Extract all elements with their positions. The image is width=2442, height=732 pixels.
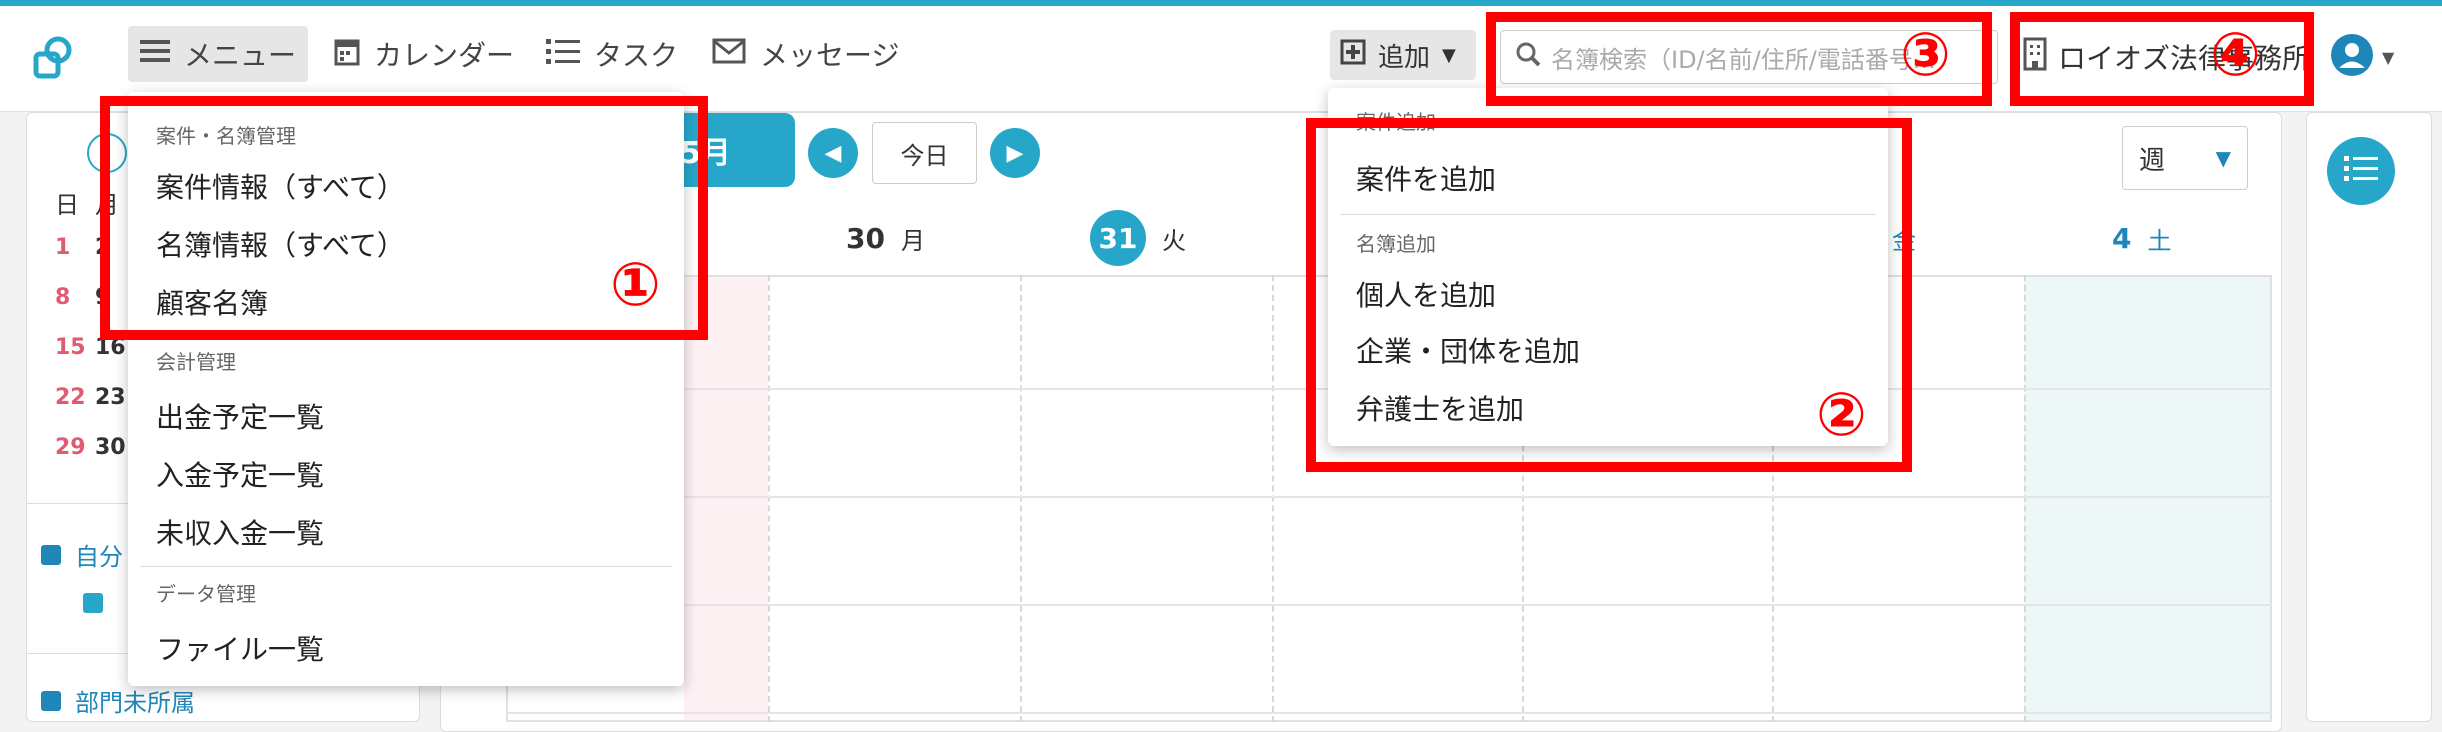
menu-item-receivables[interactable]: 未収入金一覧 xyxy=(156,512,324,552)
annotation-number-1: ① xyxy=(610,250,661,320)
filter-dept[interactable]: 部門未所属 xyxy=(41,683,195,718)
color-swatch-icon xyxy=(83,593,103,613)
mini-cal-day[interactable]: 29 xyxy=(55,435,95,460)
checkbox-icon xyxy=(41,544,61,565)
mini-cal-week: 22 23 xyxy=(55,385,135,410)
grid-line xyxy=(1272,275,1274,722)
add-button[interactable]: 追加 ▼ xyxy=(1330,30,1476,80)
nav-task[interactable]: タスク xyxy=(546,26,678,82)
filter-self[interactable]: 自分 xyxy=(41,537,123,572)
day-of-week: 土 xyxy=(2147,226,2172,255)
checkbox-icon xyxy=(41,690,61,711)
chevron-down-icon: ▼ xyxy=(1442,44,1456,66)
today-button[interactable]: 今日 xyxy=(872,122,977,184)
nav-task-label: タスク xyxy=(594,39,679,72)
grid-line xyxy=(768,275,770,722)
day-number: 4 xyxy=(2112,221,2132,255)
filter-dept-label: 部門未所属 xyxy=(75,689,195,717)
annotation-number-2: ② xyxy=(1816,380,1867,450)
day-of-week: 火 xyxy=(1162,226,1186,255)
user-avatar-icon xyxy=(2330,33,2374,81)
mini-cal-day[interactable]: 22 xyxy=(55,385,95,410)
view-select[interactable]: 週 ▼ xyxy=(2122,126,2248,190)
menu-item-receipt-schedule[interactable]: 入金予定一覧 xyxy=(156,454,324,494)
chevron-down-icon: ▼ xyxy=(2382,47,2395,67)
prev-week-button[interactable]: ◀ xyxy=(808,128,858,178)
list-icon xyxy=(546,37,580,72)
mini-cal-dow-sun: 日 xyxy=(55,191,79,219)
grid-line xyxy=(2024,275,2026,722)
grid-line xyxy=(506,496,2272,498)
view-select-value: 週 xyxy=(2139,145,2166,176)
nav-menu[interactable]: メニュー xyxy=(128,26,308,82)
list-icon xyxy=(2344,154,2378,188)
mail-icon xyxy=(712,38,746,71)
nav-message-label: メッセージ xyxy=(760,39,900,72)
grid-line xyxy=(1020,275,1022,722)
day-of-week: 月 xyxy=(900,226,925,255)
menu-section-header: 会計管理 xyxy=(156,350,236,374)
day-number-today: 31 xyxy=(1090,210,1146,266)
filter-self-label: 自分 xyxy=(75,543,123,571)
user-menu[interactable]: ▼ xyxy=(2330,32,2394,82)
annotation-box-4 xyxy=(2010,12,2314,106)
right-panel xyxy=(2306,112,2432,722)
nav-message[interactable]: メッセージ xyxy=(712,26,899,82)
menu-section-header: データ管理 xyxy=(156,582,256,606)
divider xyxy=(140,566,672,567)
today-button-label: 今日 xyxy=(900,141,949,170)
day-header-sat: 4 土 xyxy=(2112,210,2171,266)
mini-cal-day[interactable]: 15 xyxy=(55,335,95,360)
grid-line xyxy=(506,712,2272,714)
menu-item-payment-schedule[interactable]: 出金予定一覧 xyxy=(156,396,324,436)
mini-cal-day[interactable]: 8 xyxy=(55,285,95,310)
list-view-button[interactable] xyxy=(2327,137,2395,205)
add-button-label: 追加 xyxy=(1378,42,1431,73)
annotation-number-3: ③ xyxy=(1900,20,1951,90)
app-logo-icon[interactable] xyxy=(28,30,80,86)
day-header-tue: 31 火 xyxy=(1090,210,1186,266)
chevron-down-icon: ▼ xyxy=(2215,146,2231,170)
next-week-button[interactable]: ▶ xyxy=(990,128,1040,178)
mini-cal-day[interactable]: 1 xyxy=(55,235,95,260)
day-number: 30 xyxy=(846,221,885,255)
chevron-left-icon: ◀ xyxy=(824,140,842,166)
annotation-number-4: ④ xyxy=(2210,20,2261,90)
nav-menu-label: メニュー xyxy=(184,39,297,72)
menu-item-file-list[interactable]: ファイル一覧 xyxy=(156,628,324,668)
calendar-icon xyxy=(334,36,360,73)
plus-square-icon xyxy=(1340,39,1366,72)
hamburger-icon xyxy=(140,38,170,71)
nav-calendar-label: カレンダー xyxy=(374,39,515,72)
grid-line xyxy=(506,604,2272,606)
mini-cal-week: 29 30 xyxy=(55,435,135,460)
chevron-right-icon: ▶ xyxy=(1006,140,1024,166)
nav-calendar[interactable]: カレンダー xyxy=(334,26,514,82)
day-header-mon: 30 月 xyxy=(846,210,925,266)
